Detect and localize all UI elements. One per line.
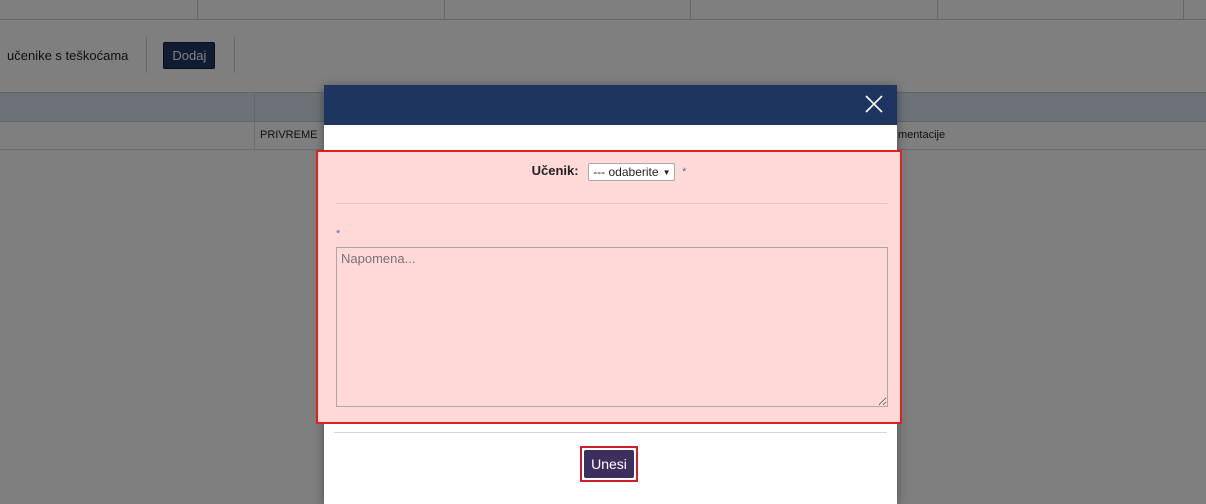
required-star-icon: * [336, 228, 341, 240]
required-star-icon: * [682, 166, 687, 179]
student-label: Učenik: [531, 163, 579, 179]
form-divider [336, 203, 888, 204]
submit-button-label: Unesi [584, 450, 634, 478]
dropdown-arrow-icon: ▼ [662, 168, 671, 177]
student-select-value: --- odaberite [593, 165, 659, 179]
close-icon[interactable] [863, 93, 885, 115]
note-textarea[interactable] [336, 247, 888, 407]
student-select[interactable]: --- odaberite ▼ [588, 163, 676, 181]
highlighted-form-area: Učenik: --- odaberite ▼ * * [316, 150, 902, 424]
footer-divider [334, 432, 887, 433]
student-row: Učenik: --- odaberite ▼ * [318, 163, 900, 181]
submit-button[interactable]: Unesi [580, 446, 638, 482]
dialog-header [324, 85, 897, 125]
student-note-dialog: Učenik: --- odaberite▼ * * Unesi [316, 85, 902, 504]
